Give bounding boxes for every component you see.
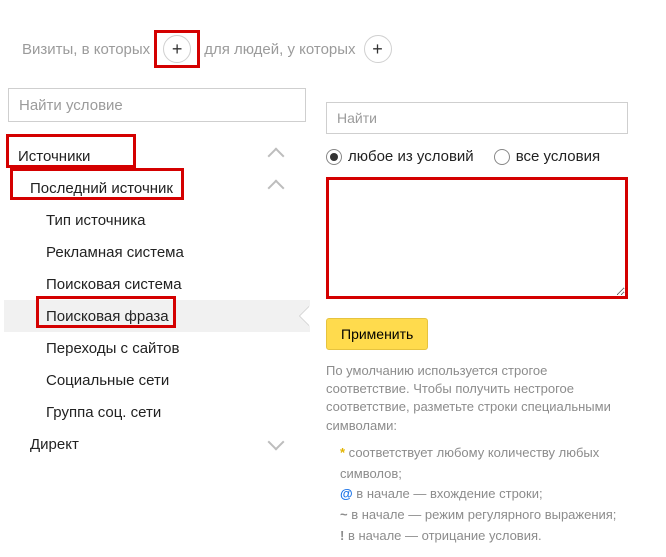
tree-item-label: Переходы с сайтов: [46, 340, 179, 357]
tree-item-label: Поисковая фраза: [46, 308, 169, 325]
help-desc: в начале — отрицание условия.: [344, 528, 541, 543]
highlight-plus-1: +: [154, 30, 200, 68]
help-item: ! в начале — отрицание условия.: [340, 526, 628, 547]
radio-any[interactable]: любое из условий: [326, 148, 474, 165]
tree-item-search-phrase[interactable]: Поисковая фраза: [4, 300, 310, 332]
conditions-textarea[interactable]: [326, 177, 628, 299]
help-desc: в начале — вхождение строки;: [353, 486, 543, 501]
tree-item-label: Группа соц. сети: [46, 404, 161, 421]
tree-section-sources[interactable]: Источники: [4, 140, 310, 172]
tree-item-source-type[interactable]: Тип источника: [4, 204, 310, 236]
match-mode-radio-group: любое из условий все условия: [326, 148, 628, 165]
segment-text-visits: Визиты, в которых: [22, 41, 150, 58]
conditions-tree-panel: Источники Последний источник Тип источни…: [4, 88, 310, 460]
selected-pointer-icon: [300, 306, 310, 326]
tree-item-ad-system[interactable]: Рекламная система: [4, 236, 310, 268]
tree-sub-direct[interactable]: Директ: [4, 428, 310, 460]
help-list: * соответствует любому количеству любых …: [326, 443, 628, 547]
tree-item-label: Поисковая система: [46, 276, 182, 293]
help-symbol: ~: [340, 507, 348, 522]
tree-item-social-networks[interactable]: Социальные сети: [4, 364, 310, 396]
chevron-up-icon: [268, 148, 285, 165]
help-symbol: @: [340, 486, 353, 501]
help-item: @ в начале — вхождение строки;: [340, 484, 628, 505]
tree-item-label: Рекламная система: [46, 244, 184, 261]
help-item: ~ в начале — режим регулярного выражения…: [340, 505, 628, 526]
add-user-condition-button[interactable]: +: [364, 35, 392, 63]
values-search-input[interactable]: [326, 102, 628, 134]
chevron-up-icon: [268, 180, 285, 197]
condition-editor-panel: любое из условий все условия Применить П…: [310, 88, 640, 557]
help-desc: в начале — режим регулярного выражения;: [348, 507, 617, 522]
tree-item-label: Тип источника: [46, 212, 145, 229]
radio-any-label: любое из условий: [348, 148, 474, 165]
radio-icon: [494, 149, 510, 165]
radio-icon: [326, 149, 342, 165]
segment-builder-bar: Визиты, в которых + для людей, у которых…: [0, 0, 666, 88]
help-intro-text: По умолчанию используется строгое соотве…: [326, 362, 628, 435]
tree-sub-last-source[interactable]: Последний источник: [4, 172, 310, 204]
add-visit-condition-button[interactable]: +: [163, 35, 191, 63]
conditions-tree: Источники Последний источник Тип источни…: [4, 140, 310, 460]
help-item: * соответствует любому количеству любых …: [340, 443, 628, 485]
help-desc: соответствует любому количеству любых си…: [340, 445, 599, 481]
tree-item-social-group[interactable]: Группа соц. сети: [4, 396, 310, 428]
tree-section-label: Источники: [18, 148, 90, 165]
tree-item-search-system[interactable]: Поисковая система: [4, 268, 310, 300]
apply-button[interactable]: Применить: [326, 318, 428, 350]
segment-text-users: для людей, у которых: [204, 41, 355, 58]
tree-item-site-referrals[interactable]: Переходы с сайтов: [4, 332, 310, 364]
tree-sub-label: Последний источник: [30, 180, 173, 197]
chevron-down-icon: [268, 434, 285, 451]
radio-all[interactable]: все условия: [494, 148, 600, 165]
tree-sub-label: Директ: [30, 436, 79, 453]
conditions-search-input[interactable]: [8, 88, 306, 122]
radio-all-label: все условия: [516, 148, 600, 165]
tree-item-label: Социальные сети: [46, 372, 169, 389]
